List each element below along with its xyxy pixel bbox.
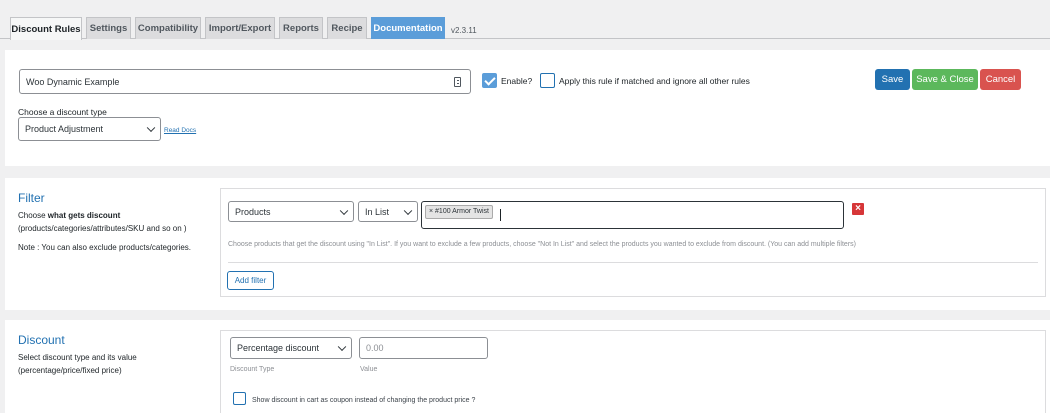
filter-desc-prefix: Choose — [18, 211, 48, 220]
cancel-button[interactable]: Cancel — [980, 69, 1021, 90]
discount-method-value: Percentage discount — [237, 343, 320, 353]
contact-card-icon — [454, 77, 461, 87]
tab-bar: Discount Rules Settings Compatibility Im… — [0, 0, 1050, 40]
discount-type-value-select[interactable]: Percentage discount — [230, 337, 352, 359]
rule-header-panel: Woo Dynamic Example Enable? Apply this r… — [5, 50, 1050, 166]
filter-type-value: Products — [235, 206, 271, 217]
filter-note: Note : You can also exclude products/cat… — [18, 243, 191, 252]
discount-value-placeholder: 0.00 — [366, 343, 384, 353]
enable-label: Enable? — [501, 76, 533, 86]
tab-discount-rules[interactable]: Discount Rules — [10, 17, 82, 40]
discount-title: Discount — [18, 333, 65, 347]
filter-desc-line2: (products/categories/attributes/SKU and … — [18, 223, 187, 233]
chevron-down-icon — [337, 342, 347, 352]
tab-recipe[interactable]: Recipe — [327, 17, 367, 39]
read-docs-link[interactable]: Read Docs — [164, 127, 196, 134]
discount-desc-line2: (percentage/price/fixed price) — [18, 365, 122, 375]
apply-exclusive-checkbox[interactable] — [540, 73, 555, 88]
chevron-down-icon — [146, 123, 156, 133]
discount-type-value: Product Adjustment — [25, 124, 104, 134]
selected-product-tag[interactable]: × #100 Armor Twist — [425, 205, 493, 219]
tab-settings[interactable]: Settings — [86, 17, 131, 39]
discount-type-label: Choose a discount type — [18, 107, 107, 117]
filter-desc-bold: what gets discount — [47, 211, 121, 220]
save-close-button[interactable]: Save & Close — [912, 69, 978, 90]
filter-box: Products In List × #100 Armor Twist × Ch… — [220, 188, 1046, 297]
apply-exclusive-label: Apply this rule if matched and ignore al… — [559, 76, 750, 86]
discount-description: Select discount type and its value (perc… — [18, 352, 137, 377]
filter-panel: Filter Choose what gets discount (produc… — [5, 178, 1050, 310]
discount-box: Percentage discount Discount Type 0.00 V… — [220, 330, 1046, 413]
product-search-input[interactable]: × #100 Armor Twist — [421, 201, 844, 229]
discount-type-select[interactable]: Product Adjustment — [18, 117, 161, 141]
tab-documentation[interactable]: Documentation — [371, 17, 445, 39]
tab-import-export[interactable]: Import/Export — [205, 17, 275, 39]
coupon-checkbox[interactable] — [233, 392, 246, 405]
discount-type-caption: Discount Type — [230, 366, 275, 373]
text-cursor — [500, 209, 501, 221]
version-label: v2.3.11 — [451, 26, 477, 35]
chevron-down-icon — [403, 206, 413, 215]
filter-description: Choose what gets discount (products/cate… — [18, 210, 187, 235]
enable-checkbox[interactable] — [482, 73, 497, 88]
filter-condition-select[interactable]: In List — [358, 201, 418, 222]
filter-condition-value: In List — [365, 206, 390, 217]
filter-title: Filter — [18, 191, 45, 205]
filter-divider — [228, 262, 1038, 263]
remove-filter-icon[interactable]: × — [852, 203, 864, 215]
filter-type-select[interactable]: Products — [228, 201, 354, 222]
discount-desc-line1: Select discount type and its value — [18, 353, 137, 362]
save-button[interactable]: Save — [875, 69, 910, 90]
add-filter-button[interactable]: Add filter — [227, 271, 274, 290]
discount-value-caption: Value — [360, 366, 378, 373]
rule-name-value: Woo Dynamic Example — [26, 76, 120, 87]
tab-compatibility[interactable]: Compatibility — [135, 17, 201, 39]
tab-reports[interactable]: Reports — [279, 17, 323, 39]
chevron-down-icon — [339, 206, 349, 215]
discount-panel: Discount Select discount type and its va… — [5, 320, 1050, 413]
coupon-label: Show discount in cart as coupon instead … — [252, 397, 476, 404]
filter-hint: Choose products that get the discount us… — [228, 241, 856, 248]
rule-name-input[interactable]: Woo Dynamic Example — [19, 69, 471, 94]
discount-value-input[interactable]: 0.00 — [359, 337, 488, 359]
